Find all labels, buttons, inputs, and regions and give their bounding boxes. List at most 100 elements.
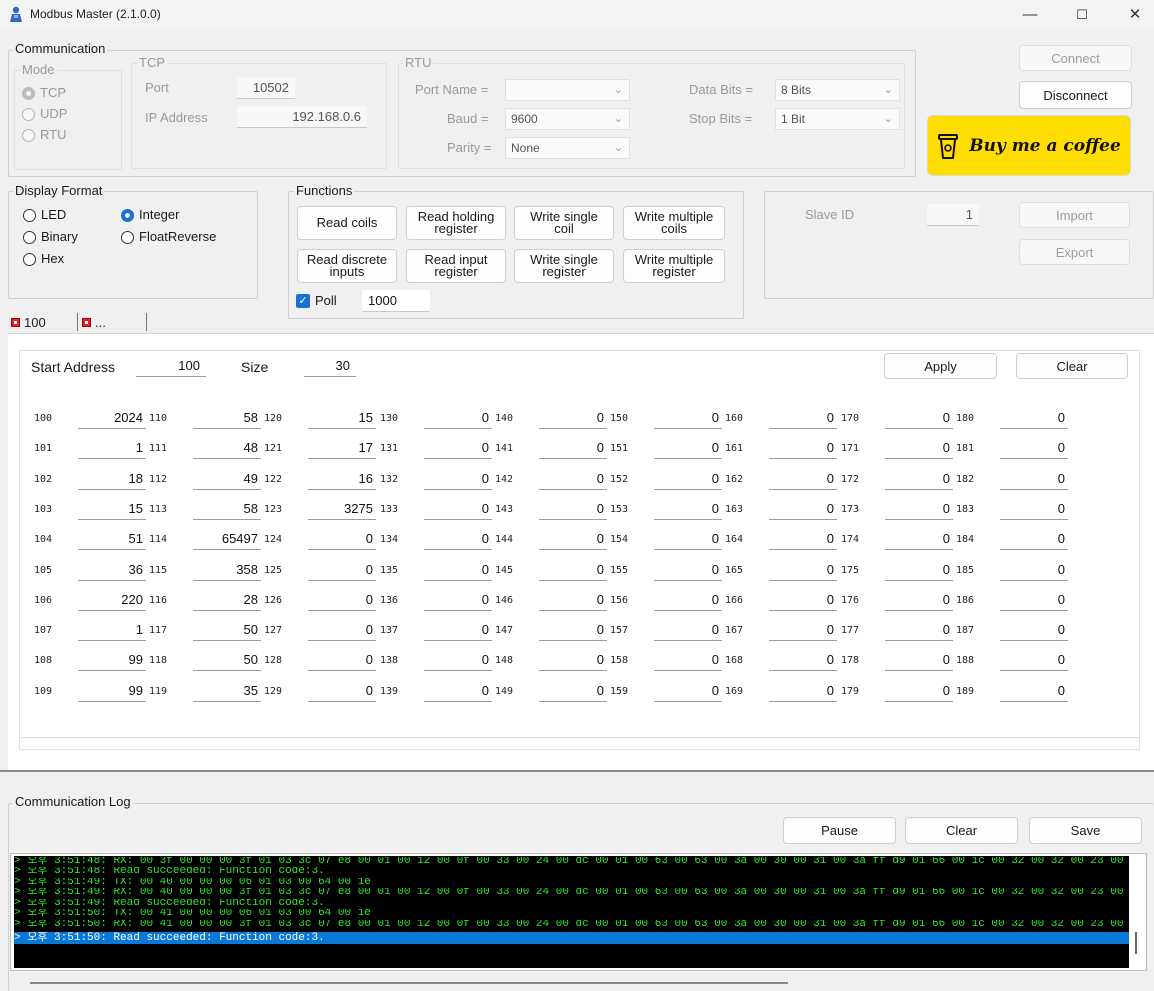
register-value-field[interactable]: 0 <box>769 407 837 429</box>
register-value-field[interactable]: 0 <box>539 589 607 611</box>
grid-clear-button[interactable]: Clear <box>1016 353 1128 379</box>
poll-checkbox[interactable]: ✓ Poll <box>296 293 337 308</box>
register-value-field[interactable]: 0 <box>424 559 492 581</box>
format-integer-radio[interactable]: Integer <box>121 207 179 223</box>
register-value-field[interactable]: 0 <box>424 619 492 641</box>
register-value-field[interactable]: 0 <box>1000 589 1068 611</box>
read-discrete-inputs-button[interactable]: Read discrete inputs <box>297 249 397 283</box>
register-value-field[interactable]: 0 <box>769 589 837 611</box>
register-value-field[interactable]: 0 <box>1000 407 1068 429</box>
close-button[interactable]: ✕ <box>1112 0 1154 30</box>
ip-field[interactable]: 192.168.0.6 <box>237 106 367 128</box>
register-value-field[interactable]: 17 <box>308 437 376 459</box>
register-value-field[interactable]: 0 <box>885 649 953 671</box>
register-value-field[interactable]: 0 <box>654 528 722 550</box>
register-value-field[interactable]: 58 <box>193 407 261 429</box>
register-value-field[interactable]: 0 <box>424 437 492 459</box>
disconnect-button[interactable]: Disconnect <box>1019 81 1132 109</box>
register-value-field[interactable]: 16 <box>308 468 376 490</box>
write-multiple-register-button[interactable]: Write multiple register <box>623 249 725 283</box>
read-input-register-button[interactable]: Read input register <box>406 249 506 283</box>
register-value-field[interactable]: 0 <box>654 468 722 490</box>
register-value-field[interactable]: 0 <box>1000 437 1068 459</box>
mode-rtu-radio[interactable]: RTU <box>22 127 66 143</box>
register-value-field[interactable]: 0 <box>885 680 953 702</box>
register-value-field[interactable]: 0 <box>885 528 953 550</box>
register-value-field[interactable]: 0 <box>769 437 837 459</box>
register-value-field[interactable]: 15 <box>78 498 146 520</box>
register-value-field[interactable]: 48 <box>193 437 261 459</box>
register-value-field[interactable]: 50 <box>193 649 261 671</box>
log-line[interactable]: > 오후 3:51:49: TX: 00 40 00 00 00 06 01 0… <box>14 878 1129 887</box>
register-value-field[interactable]: 0 <box>308 649 376 671</box>
register-value-field[interactable]: 36 <box>78 559 146 581</box>
log-view[interactable]: > 오후 3:51:48: RX: 00 3f 00 00 00 3f 01 0… <box>10 853 1147 971</box>
register-value-field[interactable]: 0 <box>308 559 376 581</box>
format-led-radio[interactable]: LED <box>23 207 66 223</box>
register-value-field[interactable]: 0 <box>885 437 953 459</box>
size-field[interactable]: 30 <box>304 355 356 377</box>
register-value-field[interactable]: 0 <box>769 528 837 550</box>
format-binary-radio[interactable]: Binary <box>23 229 78 245</box>
vertical-scrollbar[interactable] <box>1135 932 1137 954</box>
register-value-field[interactable]: 0 <box>885 559 953 581</box>
log-line[interactable]: > 오후 3:51:50: RX: 00 41 00 00 00 3f 01 0… <box>14 920 1129 929</box>
register-value-field[interactable]: 0 <box>424 407 492 429</box>
poll-interval-field[interactable]: 1000 <box>362 290 430 312</box>
port-name-select[interactable]: ⌄ <box>505 79 630 101</box>
register-value-field[interactable]: 0 <box>654 589 722 611</box>
register-value-field[interactable]: 0 <box>539 619 607 641</box>
register-value-field[interactable]: 220 <box>78 589 146 611</box>
register-value-field[interactable]: 0 <box>654 619 722 641</box>
register-value-field[interactable]: 51 <box>78 528 146 550</box>
register-value-field[interactable]: 358 <box>193 559 261 581</box>
apply-button[interactable]: Apply <box>884 353 997 379</box>
horizontal-scrollbar[interactable] <box>30 982 788 984</box>
register-value-field[interactable]: 0 <box>769 680 837 702</box>
register-value-field[interactable]: 18 <box>78 468 146 490</box>
export-button[interactable]: Export <box>1019 239 1130 265</box>
log-clear-button[interactable]: Clear <box>905 817 1018 844</box>
register-value-field[interactable]: 0 <box>539 437 607 459</box>
register-value-field[interactable]: 0 <box>308 619 376 641</box>
register-value-field[interactable]: 15 <box>308 407 376 429</box>
register-value-field[interactable]: 99 <box>78 649 146 671</box>
parity-select[interactable]: None ⌄ <box>505 137 630 159</box>
register-value-field[interactable]: 0 <box>1000 619 1068 641</box>
register-value-field[interactable]: 1 <box>78 437 146 459</box>
port-field[interactable]: 10502 <box>237 77 295 99</box>
register-value-field[interactable]: 65497 <box>193 528 261 550</box>
register-value-field[interactable]: 0 <box>539 468 607 490</box>
register-value-field[interactable]: 0 <box>424 680 492 702</box>
register-value-field[interactable]: 0 <box>654 559 722 581</box>
log-line[interactable]: > 오후 3:51:49: Read succeeded: Function c… <box>14 899 1129 908</box>
register-value-field[interactable]: 0 <box>769 468 837 490</box>
import-button[interactable]: Import <box>1019 202 1130 228</box>
register-value-field[interactable]: 0 <box>539 407 607 429</box>
log-line[interactable]: > 오후 3:51:48: RX: 00 3f 00 00 00 3f 01 0… <box>14 857 1129 866</box>
register-value-field[interactable]: 0 <box>1000 498 1068 520</box>
register-value-field[interactable]: 2024 <box>78 407 146 429</box>
log-line[interactable]: > 오후 3:51:49: RX: 00 40 00 00 00 3f 01 0… <box>14 888 1129 897</box>
register-value-field[interactable]: 0 <box>654 437 722 459</box>
register-value-field[interactable]: 49 <box>193 468 261 490</box>
register-value-field[interactable]: 35 <box>193 680 261 702</box>
register-value-field[interactable]: 0 <box>654 498 722 520</box>
splitter[interactable] <box>0 770 1154 772</box>
register-value-field[interactable]: 0 <box>885 589 953 611</box>
register-value-field[interactable]: 0 <box>424 528 492 550</box>
log-line[interactable]: > 오후 3:51:50: Read succeeded: Function c… <box>14 932 1129 944</box>
register-value-field[interactable]: 0 <box>885 407 953 429</box>
register-value-field[interactable]: 0 <box>1000 468 1068 490</box>
register-value-field[interactable]: 0 <box>424 498 492 520</box>
pause-button[interactable]: Pause <box>783 817 896 844</box>
register-value-field[interactable]: 99 <box>78 680 146 702</box>
read-coils-button[interactable]: Read coils <box>297 206 397 240</box>
register-value-field[interactable]: 0 <box>1000 649 1068 671</box>
connect-button[interactable]: Connect <box>1019 45 1132 71</box>
register-value-field[interactable]: 0 <box>308 528 376 550</box>
write-multiple-coils-button[interactable]: Write multiple coils <box>623 206 725 240</box>
start-address-field[interactable]: 100 <box>136 355 206 377</box>
register-value-field[interactable]: 0 <box>424 468 492 490</box>
register-value-field[interactable]: 50 <box>193 619 261 641</box>
